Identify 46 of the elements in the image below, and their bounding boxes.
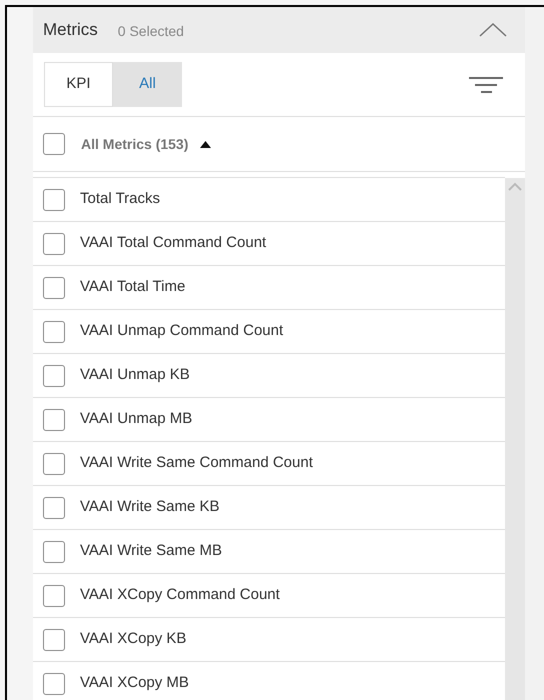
filter-icon[interactable] xyxy=(469,76,503,94)
metric-label: VAAI Total Time xyxy=(80,277,186,298)
metric-label: VAAI Write Same KB xyxy=(80,497,220,518)
metric-row[interactable]: VAAI Total Time xyxy=(33,266,505,310)
metric-row[interactable]: VAAI Unmap KB xyxy=(33,354,505,398)
metric-label: Total Tracks xyxy=(80,189,160,210)
metric-row[interactable]: Total Tracks xyxy=(33,178,505,222)
checkbox[interactable] xyxy=(43,540,65,562)
checkbox[interactable] xyxy=(43,452,65,474)
checkbox[interactable] xyxy=(43,133,65,155)
checkbox[interactable] xyxy=(43,188,65,210)
metric-row[interactable]: VAAI Write Same MB xyxy=(33,530,505,574)
chevron-up-icon xyxy=(479,22,507,38)
checkbox[interactable] xyxy=(43,408,65,430)
checkbox[interactable] xyxy=(43,672,65,694)
metric-label: VAAI Write Same Command Count xyxy=(80,453,313,474)
scrollbar[interactable] xyxy=(505,178,525,700)
checkbox[interactable] xyxy=(43,276,65,298)
metric-label: VAAI Total Command Count xyxy=(80,233,266,254)
checkbox[interactable] xyxy=(43,496,65,518)
metric-row[interactable]: VAAI XCopy Command Count xyxy=(33,574,505,618)
metric-row[interactable]: VAAI Total Command Count xyxy=(33,222,505,266)
metric-row[interactable]: VAAI Unmap Command Count xyxy=(33,310,505,354)
metric-label: VAAI Unmap KB xyxy=(80,365,190,386)
metric-row[interactable]: VAAI XCopy MB xyxy=(33,662,505,700)
checkbox[interactable] xyxy=(43,364,65,386)
panel-title: Metrics xyxy=(43,19,98,42)
metric-label: VAAI Unmap MB xyxy=(80,409,192,430)
metric-label: VAAI XCopy MB xyxy=(80,673,189,694)
checkbox[interactable] xyxy=(43,584,65,606)
metric-row[interactable]: VAAI Write Same Command Count xyxy=(33,442,505,486)
metric-label: VAAI Unmap Command Count xyxy=(80,321,284,342)
metric-row[interactable]: VAAI Write Same KB xyxy=(33,486,505,530)
filter-tab[interactable]: All xyxy=(113,62,182,107)
metric-label: VAAI Write Same MB xyxy=(80,541,222,562)
checkbox[interactable] xyxy=(43,628,65,650)
checkbox[interactable] xyxy=(43,232,65,254)
sort-up-icon[interactable] xyxy=(200,140,212,148)
metric-row[interactable]: VAAI XCopy KB xyxy=(33,618,505,662)
filter-tab[interactable]: KPI xyxy=(44,62,113,107)
selected-count: 0 Selected xyxy=(118,22,184,40)
all-metrics-label: All Metrics (153) xyxy=(81,134,188,154)
metric-label: VAAI XCopy KB xyxy=(80,629,186,650)
metric-label: VAAI XCopy Command Count xyxy=(80,585,280,606)
checkbox[interactable] xyxy=(43,320,65,342)
metric-row[interactable]: VAAI Unmap MB xyxy=(33,398,505,442)
